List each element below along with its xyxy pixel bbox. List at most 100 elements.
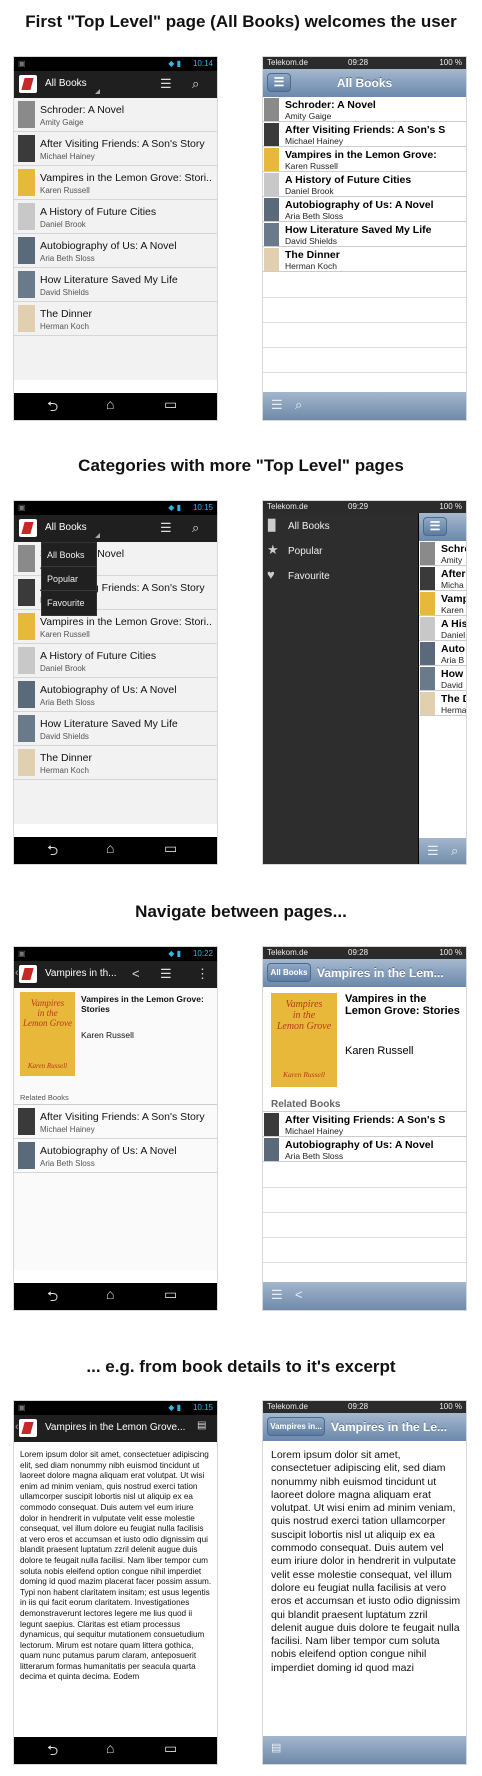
search-icon[interactable]: ⌕ [192,520,199,536]
book-cover [18,203,35,230]
overflow-icon[interactable]: ⋮ [196,966,209,982]
android-nav-bar: ⮌ ⌂ ▭ [14,1737,217,1764]
ios-detail-screen: Telekom.de 09:28 100 % All Books Vampires … [262,946,467,1311]
recents-icon[interactable]: ▭ [164,1740,177,1757]
back-button[interactable]: All Books [267,963,311,982]
list-item[interactable]: After Visiting Friends: A Son's Story Mic… [14,1105,217,1139]
list-item[interactable]: Vampires in the Lemon Grove: Karen Russel… [263,147,466,172]
book-title: Vampires in the Lemon Grove: Stories [81,994,204,1014]
section-title-1: First "Top Level" page (All Books) welco… [25,12,457,31]
share-icon[interactable]: < [295,1287,303,1302]
book-author: Karen Russell [81,1030,134,1040]
back-button[interactable]: Vampires in... [267,1417,325,1436]
menu-icon[interactable]: ☰ [423,517,447,536]
back-icon[interactable]: ⮌ [47,1740,58,1764]
back-icon[interactable]: ⮌ [47,840,58,864]
back-icon[interactable]: ⮌ [47,1286,58,1310]
section-title-3: Navigate between pages... [135,902,347,921]
list-item[interactable]: Autobiography of Us: A Novel Aria Beth Sl… [263,197,466,222]
recents-icon[interactable]: ▭ [164,1286,177,1303]
ios-toolbar: ☰ ⌕ [419,838,466,864]
book-cover[interactable]: Vampires in the Lemon Grove Karen Russell [20,992,75,1076]
search-icon[interactable]: ⌕ [295,397,302,413]
page-title: Vampires in the Le... [331,1420,448,1434]
recents-icon[interactable]: ▭ [164,396,177,413]
android-categories-screen: ▣◆ ▮10:15 All Books ☰ ⌕ Schroder: A Nove… [13,500,218,865]
category-spinner[interactable]: All Books [45,522,87,533]
list-item[interactable]: The Dinner Herman Koch [263,247,466,272]
filter-icon[interactable]: ☰ [160,76,172,92]
filter-icon[interactable]: ☰ [271,397,283,413]
book-cover[interactable]: Vampires in the Lemon Grove Karen Russell [271,993,337,1087]
list-item[interactable]: Schroder: A Novel Amity Gaige [14,98,217,132]
filter-icon[interactable]: ☰ [271,1287,283,1303]
menu-item-popular[interactable]: Popular [42,567,96,591]
list-item[interactable]: How Literature Saved My Life David Shield… [14,268,217,302]
ios-nav-bar: ☰ All Books [263,69,466,97]
side-menu-item-favourite[interactable]: Favourite [288,571,330,582]
list-item[interactable]: After Visiting Friends: A Son's S Michael… [263,122,466,147]
list-item[interactable]: A History of Future Cities Daniel Brook [14,200,217,234]
android-nav-bar: ⮌ ⌂ ▭ [14,393,217,420]
home-icon[interactable]: ⌂ [106,840,114,856]
excerpt-body: Lorem ipsum dolor sit amet, consectetuer… [14,1442,217,1724]
ios-status-bar: Telekom.de 09:28 100 % [263,57,466,69]
note-icon[interactable]: ▤ [271,1741,281,1754]
android-status-bar: ▣ ◆ ▮ 10:22 [14,947,217,961]
list-item[interactable]: Schroder: A Novel Amity Gaige [263,97,466,122]
page-title: Vampires in th... [45,968,117,979]
list-item[interactable]: Autobiography of Us: A Novel Aria Beth Sl… [14,1139,217,1173]
book-icon: ▉ [268,520,277,532]
list-item[interactable]: Vampires in the Lemon Grove: Stori... Kar… [14,166,217,200]
android-status-bar: ▣ ◆ ▮ 10:14 [14,57,217,71]
category-spinner[interactable]: All Books [45,78,87,89]
list-item[interactable]: Autobiography of Us: A Novel Aria Beth Sl… [14,234,217,268]
ios-status-bar: Telekom.de 09:28 100 % [263,1401,466,1413]
list-item[interactable]: Autobiography of Us: A Novel Aria Beth Sl… [263,1137,466,1162]
back-icon[interactable]: ⮌ [47,396,58,420]
ios-side-menu-screen: Telekom.de 09:29 100 % ▉ All Books ★ Popul… [262,500,467,865]
list-item[interactable]: After Visiting Friends: A Son's S Michael… [263,1112,466,1137]
heart-icon: ♥ [267,567,275,582]
home-icon[interactable]: ⌂ [106,396,114,412]
filter-icon[interactable]: ☰ [160,966,172,982]
section-title-2: Categories with more "Top Level" pages [78,456,404,475]
menu-item-all-books[interactable]: All Books [42,543,96,567]
app-logo-icon[interactable] [19,965,37,983]
list-item[interactable]: How Literature Saved My Life David Shield… [263,222,466,247]
page-title: All Books [336,76,393,90]
share-icon[interactable]: < [132,966,140,981]
ios-all-books-screen: Telekom.de 09:28 100 % ☰ All Books Schrode… [262,56,467,421]
section-title-4: ... e.g. from book details to it's excer… [86,1357,396,1376]
list-item[interactable]: After Visiting Friends: A Son's Story Mic… [14,132,217,166]
home-icon[interactable]: ⌂ [106,1740,114,1756]
android-status-bar: ▣ ◆ ▮ 10:15 [14,501,217,515]
book-author: Karen Russell [345,1045,414,1057]
note-icon[interactable]: ▤ [197,1420,206,1431]
side-menu-item-popular[interactable]: Popular [288,546,322,557]
home-icon[interactable]: ⌂ [106,1286,114,1302]
list-item[interactable]: A History of Future Cities Daniel Brook [263,172,466,197]
book-detail: Vampires in the Lemon Grove Karen Russell V… [14,988,217,1270]
related-books-label: Related Books [20,1093,69,1102]
app-logo-icon[interactable] [19,1419,37,1437]
side-menu-item-all-books[interactable]: All Books [288,521,330,532]
android-nav-bar: ⮌ ⌂ ▭ [14,1283,217,1310]
book-cover [18,101,35,128]
related-books-label: Related Books [271,1099,341,1110]
ios-nav-bar: All Books Vampires in the Lem... [263,959,466,987]
slid-content: ☰ SchroAmity AfterMicha VampKaren A HisD… [418,513,466,864]
recents-icon[interactable]: ▭ [164,840,177,857]
page-title: Vampires in the Lemon Grove... [45,1422,186,1433]
filter-icon[interactable]: ☰ [160,520,172,536]
excerpt-body: Lorem ipsum dolor sit amet, consectetuer… [263,1441,466,1738]
book-cover [18,169,35,196]
ios-excerpt-screen: Telekom.de 09:28 100 % Vampires in... Vamp… [262,1400,467,1765]
menu-item-favourite[interactable]: Favourite [42,591,96,615]
app-logo-icon [19,75,37,93]
list-item[interactable]: The Dinner Herman Koch [14,302,217,336]
search-icon[interactable]: ⌕ [192,76,199,92]
ios-nav-bar: ☰ [419,513,466,541]
android-action-bar: All Books ☰ ⌕ [14,71,217,98]
ios-toolbar: ☰ < [263,1282,466,1310]
